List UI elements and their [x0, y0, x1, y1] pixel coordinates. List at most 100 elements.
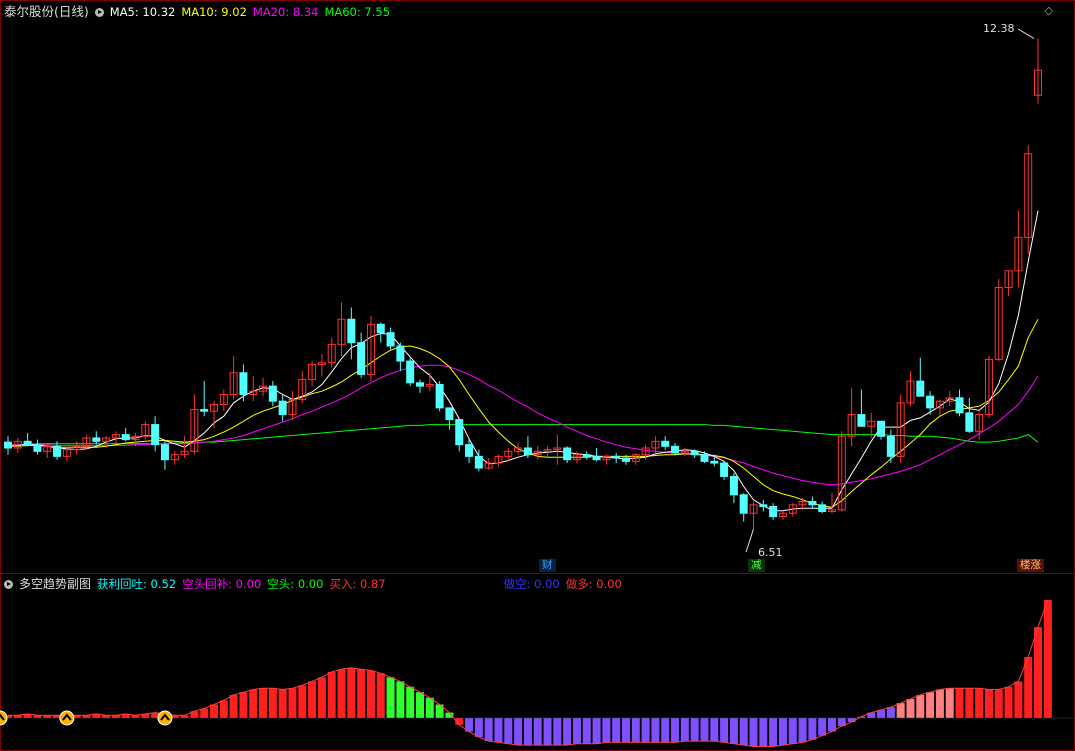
- histogram-bar: [661, 718, 670, 743]
- histogram-bar: [759, 718, 768, 747]
- candle-body: [563, 447, 572, 461]
- candle-body: [435, 383, 444, 409]
- histogram-bar: [416, 692, 424, 718]
- histogram-bar: [484, 718, 493, 742]
- low-pointer: [745, 528, 754, 553]
- histogram-bar: [278, 689, 287, 718]
- candle-body: [955, 397, 964, 414]
- histogram-bar: [622, 718, 630, 743]
- histogram-bar: [808, 718, 817, 740]
- histogram-bar: [729, 718, 738, 744]
- histogram-bar: [935, 689, 944, 718]
- histogram-bar: [210, 704, 218, 718]
- histogram-bar: [249, 689, 258, 718]
- candle-body: [965, 412, 974, 432]
- histogram-bar: [386, 677, 395, 718]
- histogram-bar: [720, 718, 729, 743]
- histogram-bar: [798, 718, 807, 743]
- histogram-bar: [749, 718, 758, 747]
- candle-body: [357, 342, 366, 375]
- candle-body: [739, 494, 748, 514]
- candle-body: [926, 395, 935, 409]
- histogram-bar: [926, 692, 935, 718]
- histogram-bar: [1024, 656, 1033, 718]
- candle-body: [612, 455, 621, 459]
- histogram-bar: [690, 718, 699, 742]
- histogram-bar: [994, 689, 1003, 718]
- candle-body: [700, 454, 709, 462]
- candle-body: [857, 414, 866, 427]
- candle-body: [759, 504, 768, 508]
- candle-body: [523, 447, 532, 456]
- histogram-bar: [533, 718, 542, 746]
- candle-body: [886, 435, 895, 457]
- histogram-bar: [1034, 627, 1042, 718]
- candle-body: [671, 445, 680, 454]
- histogram-bar: [641, 718, 650, 743]
- high-price-label: 12.38: [983, 22, 1015, 35]
- histogram-bar: [376, 673, 385, 718]
- histogram-bar: [818, 718, 827, 736]
- candle-body: [347, 318, 356, 344]
- histogram-bar: [945, 688, 954, 718]
- candle-body: [661, 440, 670, 447]
- histogram-bar: [200, 708, 209, 718]
- histogram-bar: [572, 718, 581, 744]
- candle-body: [582, 454, 591, 457]
- candle-body: [53, 445, 62, 457]
- candle-body: [710, 460, 719, 464]
- candle-body: [592, 455, 601, 461]
- histogram-bar: [896, 703, 905, 718]
- histogram-bar: [504, 718, 513, 744]
- histogram-bar: [514, 718, 523, 746]
- marker-cai[interactable]: 财: [539, 559, 556, 572]
- candle-body: [386, 332, 395, 347]
- histogram-bar: [553, 718, 562, 746]
- candle-body: [720, 462, 729, 477]
- histogram-bar: [366, 670, 375, 718]
- histogram-bar: [494, 718, 503, 743]
- histogram-bar: [700, 718, 709, 742]
- histogram-bar: [563, 718, 572, 746]
- histogram-bar: [612, 718, 621, 743]
- histogram-bar: [778, 718, 787, 746]
- candle-body: [92, 437, 101, 442]
- candle-body: [808, 501, 817, 506]
- marker-jian[interactable]: 减: [748, 559, 765, 572]
- candle-body: [4, 441, 12, 449]
- histogram-bar: [739, 718, 748, 746]
- candlestick-chart[interactable]: [0, 0, 1075, 751]
- histogram-bar: [406, 686, 415, 718]
- histogram-bar: [788, 718, 797, 744]
- histogram-bar: [984, 689, 993, 718]
- up-arrow-circle-icon: [0, 710, 8, 726]
- histogram-bar: [327, 671, 336, 718]
- candle-body: [200, 409, 209, 412]
- histogram-bar: [357, 669, 366, 718]
- histogram-bar: [582, 718, 591, 744]
- histogram-bar: [219, 700, 228, 718]
- histogram-bar: [955, 688, 964, 718]
- histogram-bar: [543, 718, 552, 746]
- candle-body: [916, 380, 925, 397]
- histogram-bar: [523, 718, 532, 746]
- histogram-bar: [396, 681, 405, 718]
- high-pointer: [1017, 28, 1035, 39]
- histogram-bar: [671, 718, 680, 743]
- candle-body: [121, 434, 130, 441]
- histogram-bar: [1043, 600, 1052, 718]
- histogram-bar: [975, 688, 984, 718]
- histogram-bar: [308, 681, 317, 718]
- histogram-bar: [425, 697, 434, 718]
- candle-body: [465, 444, 474, 457]
- candle-body: [416, 382, 424, 387]
- candle-body: [690, 450, 699, 456]
- candle-body: [33, 444, 42, 452]
- histogram-bar: [602, 718, 611, 743]
- low-price-label: 6.51: [758, 546, 783, 559]
- marker-louzhang[interactable]: 楼涨: [1017, 559, 1044, 572]
- candle-body: [239, 372, 248, 395]
- candle-body: [376, 323, 385, 334]
- histogram-bar: [631, 718, 640, 743]
- up-arrow-circle-icon: [157, 710, 173, 726]
